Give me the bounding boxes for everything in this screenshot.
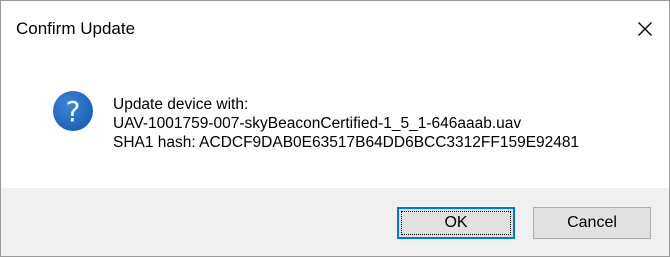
button-bar: OK Cancel: [1, 188, 669, 256]
close-button[interactable]: [627, 11, 663, 47]
dialog-content: ? Update device with: UAV-1001759-007-sk…: [1, 57, 669, 188]
message-line-filename: UAV-1001759-007-skyBeaconCertified-1_5_1…: [113, 115, 522, 132]
dialog-title: Confirm Update: [16, 19, 136, 38]
ok-button[interactable]: OK: [397, 207, 515, 239]
message-line-hash: SHA1 hash: ACDCF9DAB0E63517B64DD6BCC3312…: [113, 134, 580, 151]
cancel-button-label: Cancel: [567, 214, 617, 231]
message-line-heading: Update device with:: [113, 96, 249, 113]
svg-text:?: ?: [66, 95, 81, 128]
confirm-update-dialog: Confirm Update ? Update device with: UAV…: [0, 0, 670, 257]
question-icon: ?: [53, 91, 93, 131]
cancel-button[interactable]: Cancel: [533, 207, 651, 239]
message-text: Update device with: UAV-1001759-007-skyB…: [113, 95, 579, 152]
title-bar: Confirm Update: [1, 1, 669, 57]
ok-button-label: OK: [444, 214, 468, 231]
close-icon: [638, 22, 652, 36]
